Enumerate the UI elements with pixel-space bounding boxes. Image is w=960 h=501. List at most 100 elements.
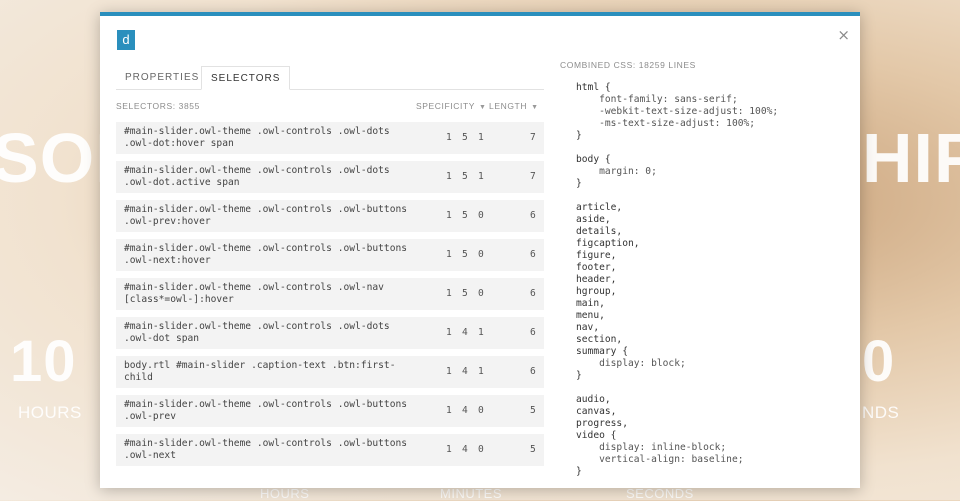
selector-text: body.rtl #main-slider .caption-text .btn… — [124, 360, 409, 384]
css-code-line: body { — [576, 154, 611, 165]
css-code-line: section, — [576, 334, 623, 345]
specificity-b: 5 — [462, 288, 468, 299]
css-code-line: vertical-align: baseline; — [576, 454, 744, 465]
css-code-line: header, — [576, 274, 617, 285]
bg-headline-right: HIP — [862, 119, 960, 197]
bg-label-seconds: NDS — [862, 403, 900, 422]
selector-line: .owl-dot:hover span — [124, 138, 234, 149]
css-code-line: -webkit-text-size-adjust: 100%; — [576, 106, 779, 117]
css-code-line: main, — [576, 298, 605, 309]
css-code-line: article, — [576, 202, 623, 213]
specificity-a: 1 — [446, 171, 452, 182]
css-code-line: video { — [576, 430, 617, 441]
specificity-b: 5 — [462, 171, 468, 182]
selector-text: #main-slider.owl-theme .owl-controls .ow… — [124, 282, 409, 306]
selectors-count: SELECTORS: 3855 — [116, 101, 200, 111]
specificity-c: 1 — [478, 366, 484, 377]
css-code-line: hgroup, — [576, 286, 617, 297]
specificity-c: 0 — [478, 444, 484, 455]
specificity-c: 0 — [478, 249, 484, 260]
selector-text: #main-slider.owl-theme .owl-controls .ow… — [124, 399, 409, 423]
css-code-line: display: inline-block; — [576, 442, 727, 453]
selector-row[interactable]: #main-slider.owl-theme .owl-controls .ow… — [116, 200, 544, 232]
selector-line: .owl-dot span — [124, 333, 200, 344]
css-code-line: menu, — [576, 310, 605, 321]
selector-length: 6 — [530, 249, 536, 260]
selector-line: #main-slider.owl-theme .owl-controls .ow… — [124, 438, 408, 449]
specificity-c: 1 — [478, 171, 484, 182]
selector-line: .owl-prev — [124, 411, 176, 422]
combined-css-panel: COMBINED CSS: 18259 LINES html { font-fa… — [560, 60, 850, 478]
css-code-line: font-family: sans-serif; — [576, 94, 738, 105]
css-code-line — [576, 382, 850, 394]
css-code-line: } — [576, 130, 582, 141]
selector-row[interactable]: #main-slider.owl-theme .owl-controls .ow… — [116, 395, 544, 427]
selector-line: child — [124, 372, 153, 383]
tab-properties[interactable]: PROPERTIES — [116, 66, 208, 90]
selector-row[interactable]: #main-slider.owl-theme .owl-controls .ow… — [116, 122, 544, 154]
specificity-b: 5 — [462, 132, 468, 143]
specificity-b: 4 — [462, 405, 468, 416]
sort-specificity-label: SPECIFICITY — [416, 101, 476, 111]
specificity-a: 1 — [446, 366, 452, 377]
selector-line: body.rtl #main-slider .caption-text .btn… — [124, 360, 396, 371]
close-icon[interactable]: × — [837, 26, 850, 44]
selector-row[interactable]: #main-slider.owl-theme .owl-controls .ow… — [116, 434, 544, 466]
chevron-down-icon: ▼ — [479, 104, 487, 111]
selector-line: #main-slider.owl-theme .owl-controls .ow… — [124, 204, 408, 215]
selector-text: #main-slider.owl-theme .owl-controls .ow… — [124, 438, 409, 462]
sort-length[interactable]: LENGTH ▼ — [489, 101, 539, 111]
selector-row[interactable]: body.rtl #main-slider .caption-text .btn… — [116, 356, 544, 388]
css-code-line: html { — [576, 82, 611, 93]
specificity-a: 1 — [446, 444, 452, 455]
specificity-b: 4 — [462, 366, 468, 377]
specificity-c: 0 — [478, 405, 484, 416]
selector-length: 6 — [530, 210, 536, 221]
chevron-down-icon: ▼ — [531, 104, 539, 111]
specificity-b: 5 — [462, 249, 468, 260]
selector-row[interactable]: #main-slider.owl-theme .owl-controls .ow… — [116, 161, 544, 193]
selector-row[interactable]: #main-slider.owl-theme .owl-controls .ow… — [116, 278, 544, 310]
css-code-line: } — [576, 178, 582, 189]
sort-specificity[interactable]: SPECIFICITY ▼ — [416, 101, 487, 111]
css-code-line — [576, 142, 850, 154]
selector-length: 7 — [530, 171, 536, 182]
specificity-a: 1 — [446, 327, 452, 338]
selector-line: [class*=owl-]:hover — [124, 294, 234, 305]
specificity-b: 4 — [462, 444, 468, 455]
selector-line: #main-slider.owl-theme .owl-controls .ow… — [124, 165, 390, 176]
specificity-a: 1 — [446, 132, 452, 143]
bg-count-right: 0 — [862, 329, 896, 394]
selector-length: 5 — [530, 405, 536, 416]
specificity-b: 5 — [462, 210, 468, 221]
selector-length: 6 — [530, 288, 536, 299]
bg-bottom-hours: HOURS — [260, 486, 310, 501]
tab-selectors[interactable]: SELECTORS — [201, 66, 291, 90]
css-code-line: } — [576, 466, 582, 477]
selector-line: #main-slider.owl-theme .owl-controls .ow… — [124, 126, 390, 137]
selector-line: .owl-dot.active span — [124, 177, 240, 188]
css-code-line — [576, 190, 850, 202]
selector-list: #main-slider.owl-theme .owl-controls .ow… — [116, 122, 544, 466]
selector-line: #main-slider.owl-theme .owl-controls .ow… — [124, 243, 408, 254]
css-code-line: figcaption, — [576, 238, 640, 249]
css-code-line: -ms-text-size-adjust: 100%; — [576, 118, 756, 129]
specificity-a: 1 — [446, 249, 452, 260]
specificity-c: 0 — [478, 210, 484, 221]
css-code-line: aside, — [576, 214, 611, 225]
selector-row[interactable]: #main-slider.owl-theme .owl-controls .ow… — [116, 239, 544, 271]
css-code-line: footer, — [576, 262, 617, 273]
selector-length: 6 — [530, 327, 536, 338]
specificity-a: 1 — [446, 405, 452, 416]
css-code-line: summary { — [576, 346, 628, 357]
combined-css-count: COMBINED CSS: 18259 LINES — [560, 60, 696, 70]
selector-text: #main-slider.owl-theme .owl-controls .ow… — [124, 321, 409, 345]
selector-length: 6 — [530, 366, 536, 377]
app-logo: d — [117, 30, 135, 50]
selector-text: #main-slider.owl-theme .owl-controls .ow… — [124, 204, 409, 228]
selector-list-header: SELECTORS: 3855 SPECIFICITY ▼ LENGTH ▼ — [116, 90, 544, 122]
selector-row[interactable]: #main-slider.owl-theme .owl-controls .ow… — [116, 317, 544, 349]
selector-text: #main-slider.owl-theme .owl-controls .ow… — [124, 243, 409, 267]
specificity-a: 1 — [446, 288, 452, 299]
css-code-line: canvas, — [576, 406, 617, 417]
